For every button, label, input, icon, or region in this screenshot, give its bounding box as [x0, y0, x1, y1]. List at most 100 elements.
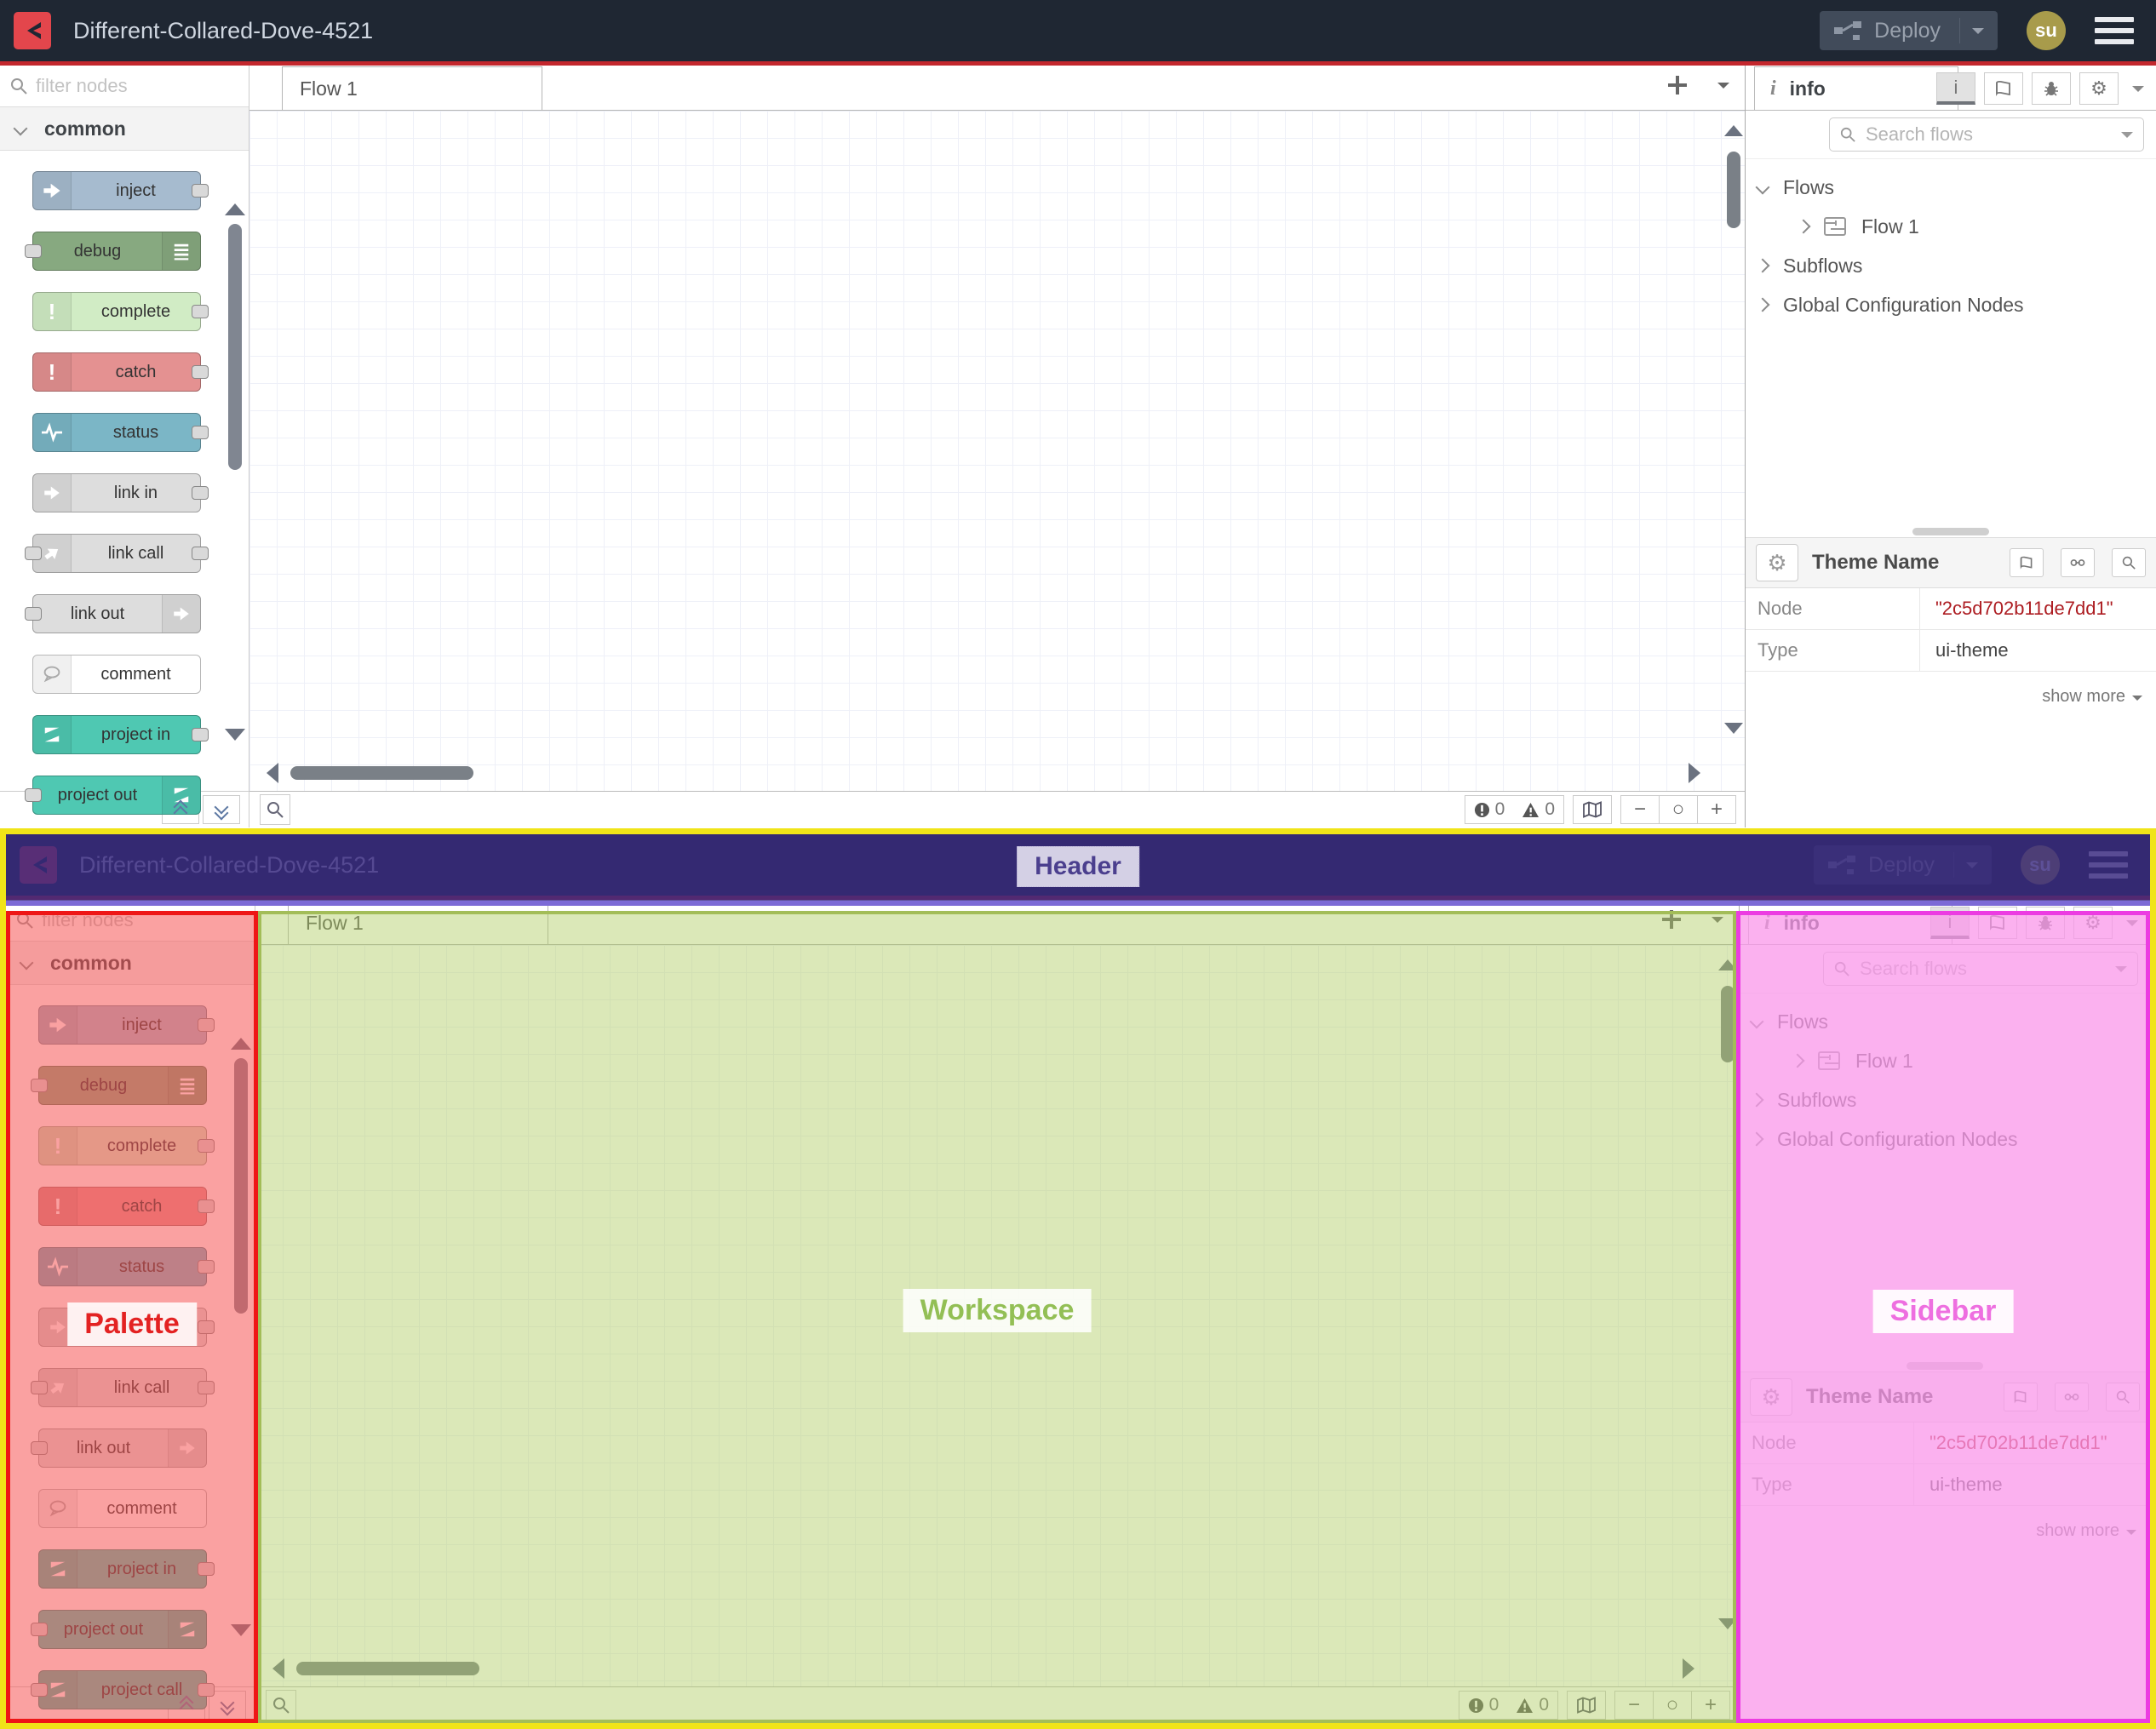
- zoom-reset-button[interactable]: ○: [1659, 796, 1697, 823]
- palette-node-project-in[interactable]: project in: [32, 715, 209, 754]
- flow-tab[interactable]: Flow 1: [282, 66, 542, 110]
- output-port[interactable]: [192, 486, 209, 500]
- sidebar-tabs-dropdown-icon[interactable]: [2132, 86, 2144, 98]
- palette-node-inject[interactable]: inject: [32, 171, 209, 210]
- config-node-button[interactable]: ⚙: [1756, 544, 1798, 581]
- app-header: Different-Collared-Dove-4521 Deploy su: [0, 0, 2156, 66]
- show-more-link[interactable]: show more: [1746, 672, 2156, 707]
- palette-node-debug[interactable]: debug: [25, 232, 201, 271]
- scroll-up-icon[interactable]: [225, 193, 245, 215]
- header-region-overlay: Header: [6, 834, 2150, 906]
- output-port[interactable]: [192, 728, 209, 741]
- flow-tab-bar: Flow 1: [249, 66, 1745, 111]
- canvas-horizontal-scrollbar[interactable]: [256, 762, 1711, 784]
- palette-node-link-in[interactable]: link in: [32, 473, 209, 512]
- header-region-label: Header: [1017, 846, 1139, 887]
- palette-node-link-out[interactable]: link out: [25, 594, 201, 633]
- output-port[interactable]: [192, 305, 209, 318]
- input-port[interactable]: [25, 547, 42, 560]
- palette-node-status[interactable]: status: [32, 413, 209, 452]
- original-screenshot: Different-Collared-Dove-4521 Deploy su f…: [0, 0, 2156, 827]
- tree-item-flow1[interactable]: Flow 1: [1757, 207, 2156, 246]
- workspace-footer: 0 0 − ○ +: [249, 791, 1745, 827]
- scroll-left-icon[interactable]: [256, 763, 278, 783]
- tree-item-subflows[interactable]: Subflows: [1755, 246, 2156, 285]
- flow-canvas[interactable]: [249, 111, 1745, 791]
- node-id-value[interactable]: "2c5d702b11de7dd1": [1920, 598, 2113, 620]
- palette-filter-input[interactable]: [34, 74, 191, 98]
- link-button[interactable]: [2061, 548, 2095, 577]
- chevron-right-icon: [1755, 297, 1770, 312]
- zoom-in-button[interactable]: +: [1697, 796, 1735, 823]
- search-icon: [11, 78, 27, 94]
- search-options-dropdown-icon[interactable]: [2121, 132, 2133, 144]
- help-tab-button[interactable]: [1984, 72, 2023, 105]
- notification-counts[interactable]: 0 0: [1464, 795, 1564, 824]
- palette-node-label: inject: [116, 180, 156, 200]
- info-tab-button[interactable]: i: [1936, 72, 1975, 105]
- node-type-value: ui-theme: [1935, 639, 2009, 661]
- quick-search-button[interactable]: [260, 794, 290, 825]
- scroll-up-icon[interactable]: [1724, 116, 1743, 136]
- navigator-button[interactable]: [1573, 795, 1612, 824]
- palette-node-catch[interactable]: ! catch: [32, 352, 209, 392]
- scroll-down-icon[interactable]: [225, 729, 245, 751]
- palette-node-label: debug: [73, 241, 122, 260]
- scroll-right-icon[interactable]: [1689, 763, 1711, 783]
- zoom-out-button[interactable]: −: [1621, 796, 1659, 823]
- node-red-editor: Different-Collared-Dove-4521 Deploy su: [0, 0, 2156, 827]
- palette-node-label: complete: [100, 301, 171, 321]
- palette-scrollbar[interactable]: [225, 193, 245, 741]
- splitter-handle[interactable]: [1912, 527, 1989, 535]
- docs-button[interactable]: [2010, 548, 2044, 577]
- palette: common inject debug: [0, 66, 249, 827]
- deploy-icon: [1833, 20, 1862, 42]
- user-avatar[interactable]: su: [2027, 11, 2066, 50]
- search-flows-box[interactable]: [1829, 117, 2144, 152]
- tree-item-flows[interactable]: Flows: [1755, 168, 2156, 207]
- input-port[interactable]: [25, 244, 42, 258]
- workspace-region-label: Workspace: [903, 1289, 1092, 1332]
- deploy-dropdown-icon[interactable]: [1972, 28, 1984, 40]
- screenshot-canvas: Different-Collared-Dove-4521 Deploy su f…: [0, 0, 2156, 1729]
- info-icon: i: [1770, 77, 1776, 100]
- output-port[interactable]: [192, 184, 209, 198]
- scroll-down-icon[interactable]: [1724, 723, 1743, 743]
- output-port[interactable]: [192, 365, 209, 379]
- palette-node-label: comment: [100, 664, 171, 684]
- scrollbar-thumb[interactable]: [290, 766, 473, 780]
- sidebar-search-row: [1746, 111, 2156, 158]
- palette-category-common[interactable]: common: [0, 107, 249, 151]
- chevron-down-icon: [13, 121, 28, 136]
- scrollbar-thumb[interactable]: [1727, 152, 1740, 228]
- sidebar-splitter[interactable]: [1746, 525, 2156, 537]
- warning-count: 0: [1545, 799, 1555, 819]
- output-port[interactable]: [192, 426, 209, 439]
- canvas-vertical-scrollbar[interactable]: [1723, 111, 1745, 791]
- deploy-button[interactable]: Deploy: [1820, 11, 1998, 50]
- config-tab-button[interactable]: ⚙: [2079, 72, 2119, 105]
- project-logo-icon: [33, 716, 72, 753]
- input-port[interactable]: [25, 607, 42, 621]
- main-menu-icon[interactable]: [2095, 17, 2134, 44]
- sidebar-tab-info[interactable]: i info: [1754, 66, 1958, 110]
- chevron-down-icon: [2132, 695, 2142, 706]
- add-flow-button[interactable]: [1666, 74, 1689, 96]
- palette-search[interactable]: [0, 66, 249, 107]
- search-flows-input[interactable]: [1864, 123, 2113, 146]
- input-port[interactable]: [25, 788, 42, 802]
- output-port[interactable]: [192, 547, 209, 560]
- debug-tab-button[interactable]: [2032, 72, 2071, 105]
- info-row-label: Node: [1746, 588, 1920, 629]
- tab-list-dropdown-icon[interactable]: [1717, 83, 1729, 94]
- tree-item-global-config[interactable]: Global Configuration Nodes: [1755, 285, 2156, 324]
- palette-node-comment[interactable]: comment: [32, 655, 201, 694]
- scrollbar-thumb[interactable]: [228, 224, 242, 470]
- error-count: 0: [1494, 799, 1505, 819]
- palette-node-label: project out: [57, 785, 138, 804]
- palette-node-complete[interactable]: ! complete: [32, 292, 209, 331]
- expand-all-button[interactable]: [203, 795, 240, 824]
- zoom-to-node-button[interactable]: [2112, 548, 2146, 577]
- palette-node-link-call[interactable]: link call: [25, 534, 209, 573]
- workspace-region-overlay: Workspace: [258, 911, 1736, 1723]
